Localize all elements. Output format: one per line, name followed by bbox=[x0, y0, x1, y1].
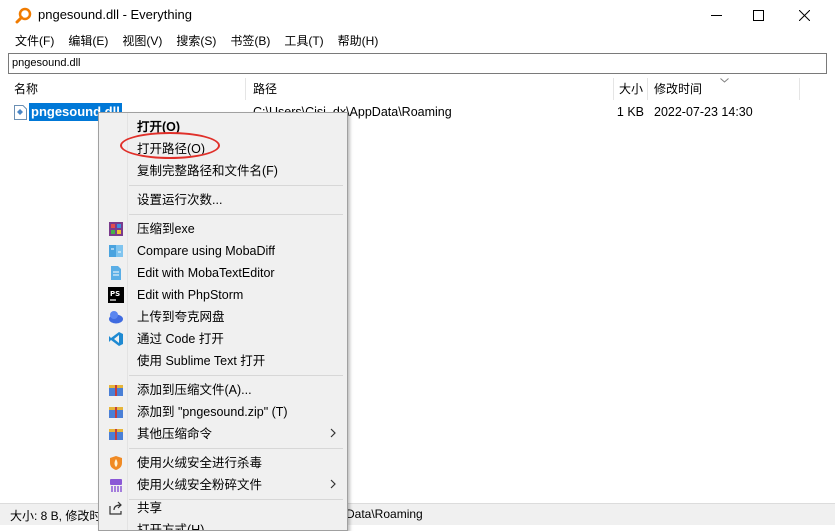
everything-magnifier-icon bbox=[15, 7, 32, 24]
menu-item-other-compress[interactable]: 其他压缩命令 bbox=[101, 423, 345, 445]
status-path-text: Data\Roaming bbox=[346, 507, 423, 521]
menu-item-huorong-scan-label: 使用火绒安全进行杀毒 bbox=[137, 456, 263, 470]
status-text: 大小: 8 B, 修改时 bbox=[10, 509, 102, 523]
menu-item-add-zip[interactable]: 添加到 "pngesound.zip" (T) bbox=[101, 401, 345, 423]
file-date-cell: 2022-07-23 14:30 bbox=[654, 105, 753, 119]
menu-item-open-with[interactable]: 打开方式(H) bbox=[101, 519, 345, 531]
menu-bar: 文件(F) 编辑(E) 视图(V) 搜索(S) 书签(B) 工具(T) 帮助(H… bbox=[0, 31, 835, 51]
menu-item-vscode-label: 通过 Code 打开 bbox=[137, 332, 224, 346]
menu-item-sublime[interactable]: 使用 Sublime Text 打开 bbox=[101, 350, 345, 372]
menu-item-compress-exe[interactable]: 压缩到exe bbox=[101, 218, 345, 240]
menu-separator bbox=[129, 185, 343, 186]
menu-item-add-archive[interactable]: 添加到压缩文件(A)... bbox=[101, 379, 345, 401]
window-title: pngesound.dll - Everything bbox=[38, 7, 192, 22]
menu-item-copy-full-path[interactable]: 复制完整路径和文件名(F) bbox=[101, 160, 345, 182]
winrar-zip-icon bbox=[109, 407, 123, 418]
menu-separator bbox=[129, 448, 343, 449]
huorong-shield-icon bbox=[110, 456, 122, 470]
winrar-archive-icon bbox=[109, 385, 123, 396]
menu-bookmarks[interactable]: 书签(B) bbox=[223, 31, 277, 51]
menu-item-copy-full-path-label: 复制完整路径和文件名(F) bbox=[137, 164, 278, 178]
menu-item-open-with-label: 打开方式(H) bbox=[137, 523, 205, 531]
list-right-margin bbox=[800, 78, 827, 500]
minimize-icon bbox=[710, 15, 722, 16]
title-bar: pngesound.dll - Everything bbox=[0, 0, 835, 31]
file-size-cell: 1 KB bbox=[616, 105, 644, 119]
dll-file-icon bbox=[14, 105, 27, 120]
winrar-more-icon bbox=[109, 429, 123, 440]
menu-item-vscode[interactable]: 通过 Code 打开 bbox=[101, 328, 345, 350]
maximize-button[interactable] bbox=[735, 0, 781, 31]
column-header-name[interactable]: 名称 bbox=[8, 78, 246, 100]
column-header-path[interactable]: 路径 bbox=[246, 78, 614, 100]
maximize-icon bbox=[752, 10, 764, 21]
menu-item-set-run-count-label: 设置运行次数... bbox=[137, 193, 223, 207]
mobadiff-icon bbox=[109, 245, 123, 257]
menu-item-compress-exe-label: 压缩到exe bbox=[137, 222, 195, 236]
menu-item-other-compress-label: 其他压缩命令 bbox=[137, 427, 213, 441]
winrar-exe-icon bbox=[109, 222, 123, 236]
menu-item-quark-label: 上传到夸克网盘 bbox=[137, 310, 225, 324]
menu-item-phpstorm[interactable]: PS Edit with PhpStorm bbox=[101, 284, 345, 306]
minimize-button[interactable] bbox=[693, 0, 739, 31]
menu-separator bbox=[129, 214, 343, 215]
chevron-right-icon bbox=[330, 479, 336, 489]
menu-tools[interactable]: 工具(T) bbox=[277, 31, 330, 51]
share-icon bbox=[109, 501, 122, 515]
menu-item-mobadiff[interactable]: Compare using MobaDiff bbox=[101, 240, 345, 262]
menu-item-mobadiff-label: Compare using MobaDiff bbox=[137, 244, 276, 258]
menu-item-quark[interactable]: 上传到夸克网盘 bbox=[101, 306, 345, 328]
menu-item-share-label: 共享 bbox=[137, 501, 163, 515]
close-icon bbox=[798, 10, 810, 21]
menu-item-phpstorm-label: Edit with PhpStorm bbox=[137, 288, 244, 302]
column-header-size[interactable]: 大小 bbox=[614, 78, 648, 100]
close-button[interactable] bbox=[781, 0, 827, 31]
menu-search[interactable]: 搜索(S) bbox=[169, 31, 223, 51]
menu-item-huorong-shred[interactable]: 使用火绒安全粉碎文件 bbox=[101, 474, 345, 496]
menu-view[interactable]: 视图(V) bbox=[115, 31, 169, 51]
search-input[interactable]: pngesound.dll bbox=[8, 53, 827, 74]
shredder-icon bbox=[110, 479, 122, 492]
menu-item-mobatext[interactable]: Edit with MobaTextEditor bbox=[101, 262, 345, 284]
menu-item-share[interactable]: 共享 bbox=[101, 497, 345, 519]
menu-edit[interactable]: 编辑(E) bbox=[61, 31, 115, 51]
menu-item-mobatext-label: Edit with MobaTextEditor bbox=[137, 266, 275, 280]
menu-item-huorong-scan[interactable]: 使用火绒安全进行杀毒 bbox=[101, 452, 345, 474]
menu-file[interactable]: 文件(F) bbox=[8, 31, 61, 51]
phpstorm-icon: PS bbox=[108, 287, 124, 303]
menu-separator bbox=[129, 375, 343, 376]
menu-item-huorong-shred-label: 使用火绒安全粉碎文件 bbox=[137, 478, 263, 492]
sort-descending-icon bbox=[720, 78, 729, 83]
annotation-highlight-circle bbox=[120, 132, 220, 159]
vscode-icon bbox=[109, 332, 123, 346]
menu-item-add-archive-label: 添加到压缩文件(A)... bbox=[137, 383, 252, 397]
menu-help[interactable]: 帮助(H) bbox=[331, 31, 386, 51]
quark-cloud-icon bbox=[109, 311, 123, 324]
chevron-right-icon bbox=[330, 428, 336, 438]
mobatexteditor-icon bbox=[111, 266, 121, 280]
context-menu: 打开(O) 打开路径(O) 复制完整路径和文件名(F) 设置运行次数... 压缩… bbox=[98, 112, 348, 531]
menu-item-sublime-label: 使用 Sublime Text 打开 bbox=[137, 354, 266, 368]
menu-item-add-zip-label: 添加到 "pngesound.zip" (T) bbox=[137, 405, 288, 419]
svg-text:PS: PS bbox=[110, 290, 120, 298]
menu-item-set-run-count[interactable]: 设置运行次数... bbox=[101, 189, 345, 211]
